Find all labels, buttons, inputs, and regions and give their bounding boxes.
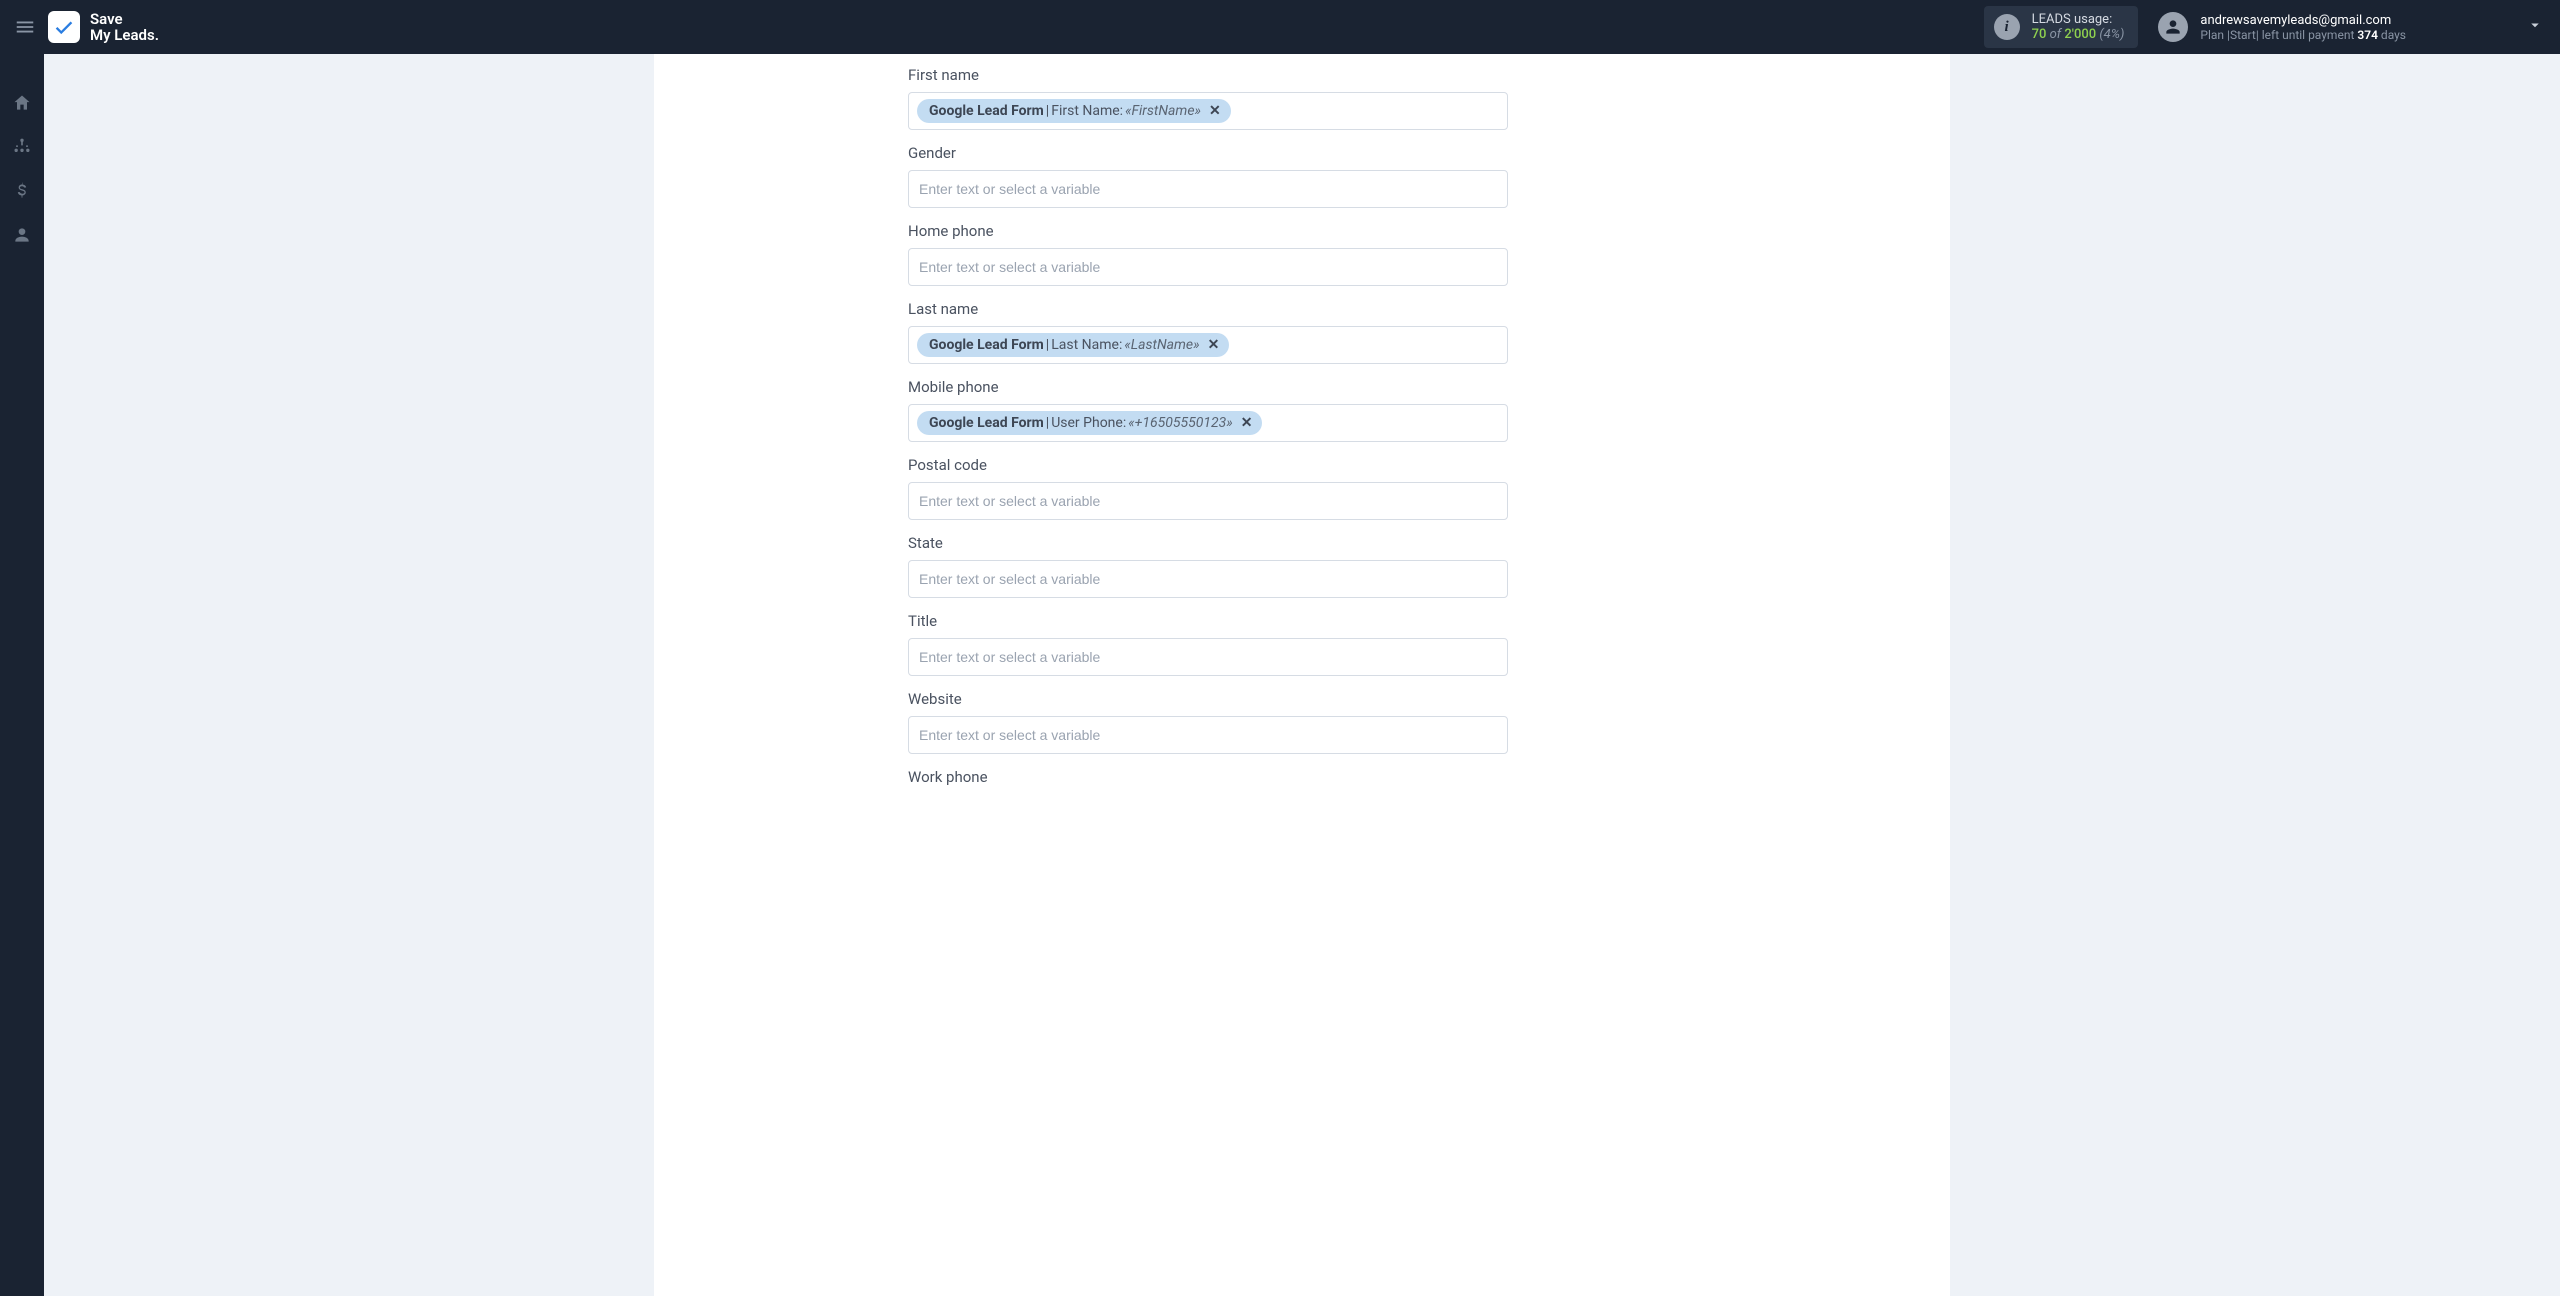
- field-input-home_phone[interactable]: [908, 248, 1508, 286]
- user-email: andrewsavemyleads@gmail.com: [2200, 13, 2406, 28]
- header-expand-button[interactable]: [2526, 16, 2544, 38]
- leads-usage-badge[interactable]: i LEADS usage: 70 of 2'000 (4%): [1984, 6, 2139, 48]
- field-group-gender: Gender: [908, 144, 1508, 208]
- field-label: First name: [908, 66, 1508, 84]
- sidebar-item-home[interactable]: [0, 84, 44, 122]
- chevron-down-icon: [2526, 16, 2544, 34]
- user-menu[interactable]: andrewsavemyleads@gmail.com Plan |Start|…: [2158, 12, 2406, 42]
- sidebar-item-connections[interactable]: [0, 128, 44, 166]
- user-plan: Plan |Start| left until payment 374 days: [2200, 28, 2406, 42]
- text-input[interactable]: [917, 489, 1499, 513]
- app-logo[interactable]: Save My Leads.: [48, 11, 159, 44]
- menu-toggle-button[interactable]: [10, 12, 40, 42]
- text-input[interactable]: [917, 645, 1499, 669]
- sidebar: [0, 54, 44, 1296]
- field-input-first_name[interactable]: Google Lead Form | First Name: «FirstNam…: [908, 92, 1508, 130]
- field-group-last_name: Last name Google Lead Form | Last Name: «…: [908, 300, 1508, 364]
- chip-remove-button[interactable]: ✕: [1207, 103, 1223, 119]
- field-group-first_name: First name Google Lead Form | First Name:…: [908, 66, 1508, 130]
- main-content: First name Google Lead Form | First Name:…: [44, 54, 2560, 1296]
- chip-field: Last Name:: [1051, 337, 1122, 353]
- chip-remove-button[interactable]: ✕: [1206, 337, 1222, 353]
- hamburger-icon: [14, 16, 36, 38]
- variable-chip: Google Lead Form | Last Name: «LastName»…: [917, 333, 1229, 357]
- field-input-website[interactable]: [908, 716, 1508, 754]
- field-group-state: State: [908, 534, 1508, 598]
- sidebar-item-account[interactable]: [0, 216, 44, 254]
- field-label: Title: [908, 612, 1508, 630]
- avatar-icon: [2158, 12, 2188, 42]
- logo-icon: [48, 11, 80, 43]
- field-group-postal_code: Postal code: [908, 456, 1508, 520]
- variable-chip: Google Lead Form | First Name: «FirstNam…: [917, 99, 1231, 123]
- text-input[interactable]: [917, 567, 1499, 591]
- field-input-state[interactable]: [908, 560, 1508, 598]
- user-icon: [12, 225, 32, 245]
- field-label: Postal code: [908, 456, 1508, 474]
- chip-field: First Name:: [1051, 103, 1123, 119]
- text-input[interactable]: [917, 255, 1499, 279]
- field-group-mobile_phone: Mobile phone Google Lead Form | User Phon…: [908, 378, 1508, 442]
- leads-usage-label: LEADS usage:: [2032, 12, 2125, 27]
- field-label: Work phone: [908, 768, 1508, 786]
- chip-source: Google Lead Form: [929, 103, 1044, 119]
- leads-usage-values: 70 of 2'000 (4%): [2032, 27, 2125, 42]
- field-group-title: Title: [908, 612, 1508, 676]
- field-input-postal_code[interactable]: [908, 482, 1508, 520]
- chip-field: User Phone:: [1051, 415, 1126, 431]
- field-label: Last name: [908, 300, 1508, 318]
- chip-remove-button[interactable]: ✕: [1239, 415, 1255, 431]
- field-input-gender[interactable]: [908, 170, 1508, 208]
- field-input-title[interactable]: [908, 638, 1508, 676]
- field-group-website: Website: [908, 690, 1508, 754]
- chip-value: «LastName»: [1124, 337, 1199, 353]
- field-label: Gender: [908, 144, 1508, 162]
- text-input[interactable]: [917, 177, 1499, 201]
- field-input-last_name[interactable]: Google Lead Form | Last Name: «LastName»…: [908, 326, 1508, 364]
- info-icon: i: [1994, 14, 2020, 40]
- logo-text: Save My Leads.: [90, 11, 159, 44]
- field-label: Website: [908, 690, 1508, 708]
- field-label: Mobile phone: [908, 378, 1508, 396]
- chip-source: Google Lead Form: [929, 337, 1044, 353]
- field-group-home_phone: Home phone: [908, 222, 1508, 286]
- field-label: Home phone: [908, 222, 1508, 240]
- chip-source: Google Lead Form: [929, 415, 1044, 431]
- chip-value: «FirstName»: [1125, 103, 1201, 119]
- field-group-work_phone: Work phone: [908, 768, 1508, 786]
- field-label: State: [908, 534, 1508, 552]
- variable-chip: Google Lead Form | User Phone: «+1650555…: [917, 411, 1262, 435]
- sidebar-item-billing[interactable]: [0, 172, 44, 210]
- sitemap-icon: [12, 137, 32, 157]
- app-header: Save My Leads. i LEADS usage: 70 of 2'00…: [0, 0, 2560, 54]
- home-icon: [12, 93, 32, 113]
- text-input[interactable]: [917, 723, 1499, 747]
- form-panel: First name Google Lead Form | First Name:…: [654, 54, 1950, 1296]
- field-input-mobile_phone[interactable]: Google Lead Form | User Phone: «+1650555…: [908, 404, 1508, 442]
- dollar-icon: [12, 181, 32, 201]
- chip-value: «+16505550123»: [1128, 415, 1233, 431]
